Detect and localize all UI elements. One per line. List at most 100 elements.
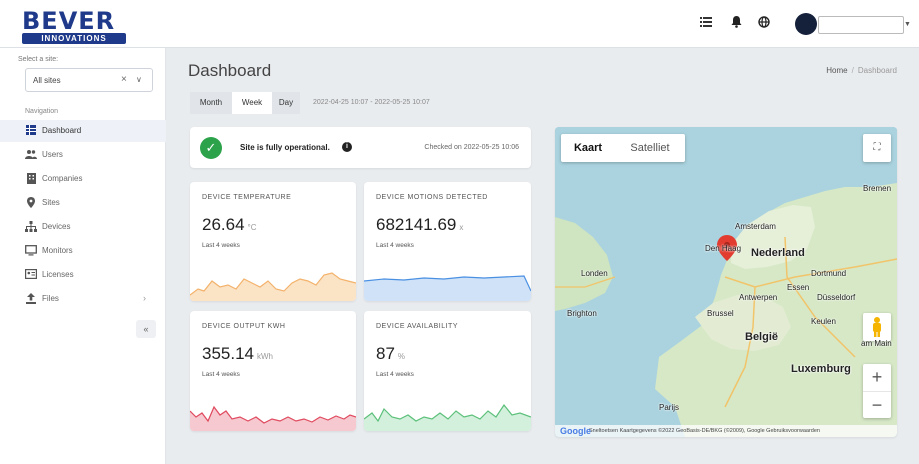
site-select-label: Select a site: bbox=[18, 56, 59, 63]
map-label-den-haag: Den Haag bbox=[705, 244, 742, 253]
chevron-right-icon: › bbox=[143, 293, 146, 303]
metric-value: 87% bbox=[376, 344, 406, 363]
zoom-in-button[interactable]: + bbox=[863, 364, 891, 391]
clear-icon[interactable]: × bbox=[121, 74, 127, 85]
sidebar-item-companies[interactable]: Companies bbox=[0, 168, 166, 190]
sidebar-item-label: Files bbox=[42, 294, 59, 303]
building-icon bbox=[25, 173, 37, 185]
sparkline-chart bbox=[364, 403, 531, 431]
map-label-bremen: Bremen bbox=[863, 184, 892, 193]
sidebar-item-label: Devices bbox=[42, 222, 71, 231]
sidebar-item-label: Users bbox=[42, 150, 63, 159]
metric-subtitle: Last 4 weeks bbox=[202, 242, 240, 249]
tab-month[interactable]: Month bbox=[190, 92, 232, 114]
tab-week[interactable]: Week bbox=[232, 92, 272, 114]
chevron-down-icon[interactable]: ▼ bbox=[904, 21, 911, 28]
sidebar-item-label: Sites bbox=[42, 198, 60, 207]
check-circle-icon: ✓ bbox=[200, 137, 222, 159]
metric-card-availability[interactable]: DEVICE AVAILABILITY 87% Last 4 weeks bbox=[364, 311, 531, 431]
map-widget[interactable]: Kaart Satelliet ⛶ + − Nederland België L… bbox=[555, 127, 897, 437]
sidebar-item-users[interactable]: Users bbox=[0, 144, 166, 166]
grid-icon bbox=[25, 125, 37, 137]
metric-subtitle: Last 4 weeks bbox=[376, 242, 414, 249]
map-type-map-button[interactable]: Kaart bbox=[561, 134, 615, 162]
map-label-dortmund: Dortmund bbox=[811, 269, 847, 278]
bell-icon[interactable] bbox=[727, 15, 745, 33]
metric-title: DEVICE MOTIONS DETECTED bbox=[376, 194, 488, 201]
sidebar-item-label: Monitors bbox=[42, 246, 73, 255]
sidebar-item-label: Licenses bbox=[42, 270, 74, 279]
map-label-parijs: Parijs bbox=[659, 403, 680, 412]
metric-title: DEVICE TEMPERATURE bbox=[202, 194, 292, 201]
map-label-luxemburg: Luxemburg bbox=[791, 363, 851, 375]
metric-card-output[interactable]: DEVICE OUTPUT KWH 355.14 kWh Last 4 weeks bbox=[190, 311, 356, 431]
brand-logo[interactable]: BEVER INNOVATIONS bbox=[22, 9, 126, 46]
map-type-satellite-button[interactable]: Satelliet bbox=[615, 134, 685, 162]
sidebar-item-devices[interactable]: Devices bbox=[0, 216, 166, 238]
chevron-down-icon[interactable]: ∨ bbox=[136, 75, 142, 84]
avatar[interactable] bbox=[795, 13, 817, 35]
site-select[interactable]: All sites × ∨ bbox=[25, 68, 153, 92]
google-logo: Google bbox=[560, 426, 591, 436]
metric-title: DEVICE OUTPUT KWH bbox=[202, 323, 286, 330]
sidebar-item-label: Companies bbox=[42, 174, 83, 183]
page-title: Dashboard bbox=[188, 61, 272, 80]
metric-card-motions[interactable]: DEVICE MOTIONS DETECTED 682141.69 x Last … bbox=[364, 182, 531, 301]
map-type-control: Kaart Satelliet bbox=[561, 134, 685, 162]
fullscreen-icon[interactable]: ⛶ bbox=[863, 134, 891, 162]
info-icon[interactable]: i bbox=[342, 142, 352, 152]
list-icon[interactable] bbox=[697, 15, 715, 33]
status-message: Site is fully operational. bbox=[240, 143, 330, 152]
upload-icon bbox=[25, 293, 37, 305]
map-attribution[interactable]: Sneltoetsen Kaartgegevens ©2022 GeoBasis… bbox=[555, 425, 897, 437]
site-select-value: All sites bbox=[33, 76, 61, 85]
map-label-antwerpen: Antwerpen bbox=[739, 293, 778, 302]
zoom-out-button[interactable]: − bbox=[863, 391, 891, 418]
user-select[interactable] bbox=[818, 16, 904, 34]
metric-subtitle: Last 4 weeks bbox=[202, 371, 240, 378]
sidebar-item-dashboard[interactable]: Dashboard bbox=[0, 120, 166, 142]
breadcrumb-separator: / bbox=[851, 66, 854, 75]
sparkline-chart bbox=[190, 405, 356, 431]
map-label-frankfurt: am Main bbox=[861, 339, 892, 348]
metric-value: 682141.69 x bbox=[376, 215, 464, 234]
map-label-brighton: Brighton bbox=[567, 309, 597, 318]
nav-section-label: Navigation bbox=[25, 108, 59, 115]
zoom-control: + − bbox=[863, 364, 891, 418]
map-label-brussel: Brussel bbox=[707, 309, 734, 318]
breadcrumb-current: Dashboard bbox=[857, 66, 897, 75]
map-label-amsterdam: Amsterdam bbox=[735, 222, 776, 231]
map-canvas[interactable] bbox=[555, 127, 897, 437]
users-icon bbox=[25, 149, 37, 161]
status-checked-time: Checked on 2022-05-25 10:06 bbox=[424, 144, 519, 151]
map-label-dusseldorf: Düsseldorf bbox=[817, 293, 856, 302]
status-card: ✓ Site is fully operational. i Checked o… bbox=[190, 127, 531, 168]
metric-card-temperature[interactable]: DEVICE TEMPERATURE 26.64 °C Last 4 weeks bbox=[190, 182, 356, 301]
map-pin-icon bbox=[25, 197, 37, 209]
sidebar-item-licenses[interactable]: Licenses bbox=[0, 264, 166, 286]
tab-day[interactable]: Day bbox=[272, 92, 300, 114]
sparkline-chart bbox=[364, 275, 531, 301]
map-label-nederland: Nederland bbox=[751, 247, 805, 259]
pegman-icon[interactable] bbox=[863, 313, 891, 341]
sidebar-item-label: Dashboard bbox=[42, 126, 82, 135]
sidebar-item-monitors[interactable]: Monitors bbox=[0, 240, 166, 262]
globe-icon[interactable] bbox=[755, 15, 773, 33]
breadcrumb: Home / Dashboard bbox=[826, 66, 897, 75]
metric-value: 26.64 °C bbox=[202, 215, 257, 234]
map-label-belgie: België bbox=[745, 331, 779, 343]
collapse-sidebar-button[interactable]: « bbox=[136, 320, 156, 338]
sidebar-item-sites[interactable]: Sites bbox=[0, 192, 166, 214]
map-label-keulen: Keulen bbox=[811, 317, 836, 326]
metric-subtitle: Last 4 weeks bbox=[376, 371, 414, 378]
sidebar-item-files[interactable]: Files › bbox=[0, 288, 166, 310]
sitemap-icon bbox=[25, 221, 37, 233]
breadcrumb-home[interactable]: Home bbox=[826, 66, 847, 75]
metric-value: 355.14 kWh bbox=[202, 344, 273, 363]
map-label-londen: Londen bbox=[581, 269, 608, 278]
top-bar: BEVER INNOVATIONS ▼ bbox=[0, 0, 919, 48]
sidebar: Select a site: All sites × ∨ Navigation … bbox=[0, 48, 166, 464]
license-icon bbox=[25, 269, 38, 281]
sparkline-chart bbox=[190, 272, 356, 301]
monitor-icon bbox=[25, 245, 37, 257]
